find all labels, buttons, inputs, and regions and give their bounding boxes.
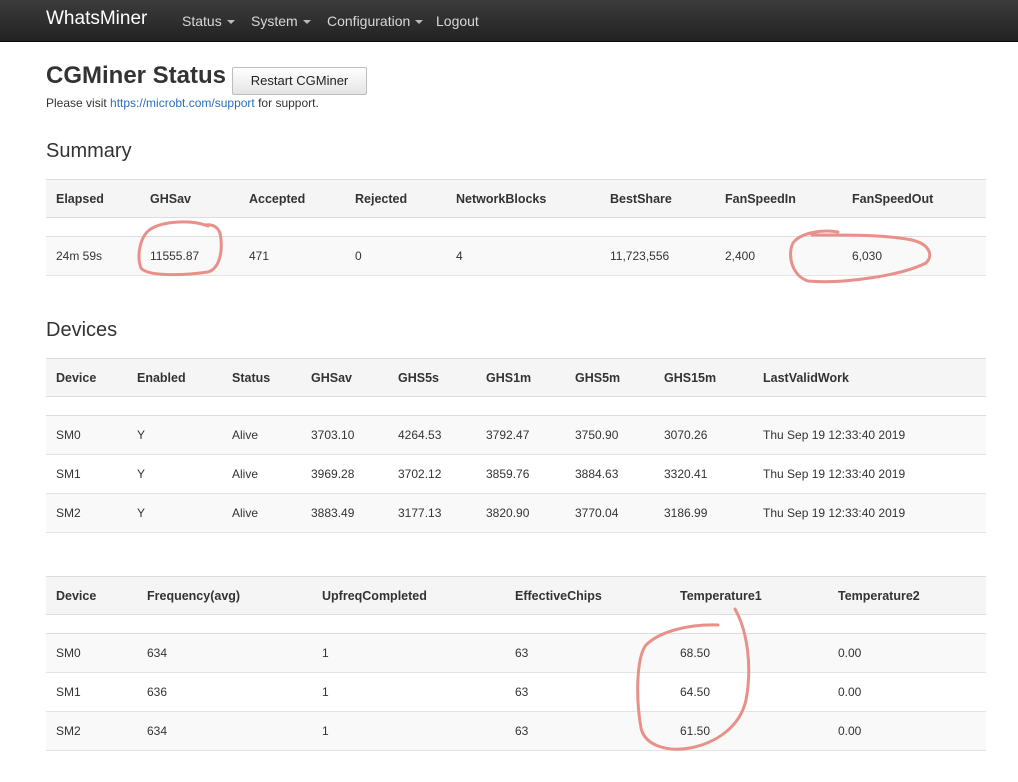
annotation-circle-temperature1 [636, 607, 751, 751]
annotation-overlay [137, 220, 932, 751]
annotation-circle-fanspeedout [789, 229, 932, 284]
annotation-circle-ghsav [137, 220, 223, 277]
